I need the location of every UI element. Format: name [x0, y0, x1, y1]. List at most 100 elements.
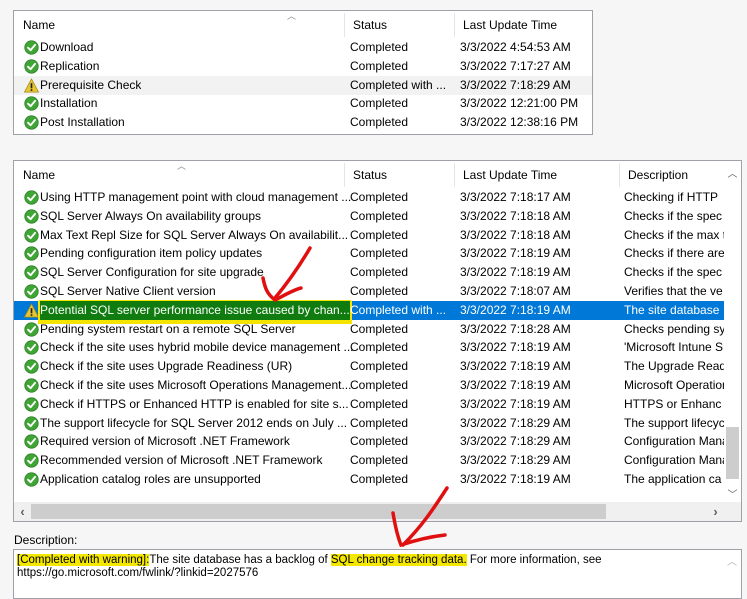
- row-description: The site database: [624, 302, 720, 317]
- row-last-update: 3/3/2022 4:54:53 AM: [460, 40, 571, 54]
- column-header-description[interactable]: Description: [619, 161, 729, 187]
- row-last-update: 3/3/2022 7:18:18 AM: [460, 208, 571, 223]
- row-status: Completed: [350, 40, 409, 54]
- description-label: Description:: [14, 533, 78, 547]
- row-description: Verifies that the ve: [624, 284, 723, 298]
- row-description: The Upgrade Read: [624, 359, 724, 374]
- scroll-down-icon[interactable]: ﹀: [724, 486, 741, 501]
- list-header: ︿ Name Status Last Update Time Descripti…: [14, 161, 741, 187]
- row-name: Prerequisite Check: [40, 77, 142, 92]
- description-text-after: For more information, see: [466, 554, 602, 566]
- scroll-up-icon[interactable]: ︿: [724, 165, 741, 180]
- row-name: Recommended version of Microsoft .NET Fr…: [40, 453, 323, 468]
- table-row[interactable]: Potential SQL server performance issue c…: [14, 300, 724, 320]
- column-header-name[interactable]: Name: [14, 11, 344, 37]
- row-description: Configuration Mana: [624, 434, 724, 449]
- vertical-scrollbar[interactable]: ︿ ﹀: [724, 161, 741, 502]
- scroll-up-icon[interactable]: ︿: [727, 556, 737, 569]
- row-status: Completed: [350, 115, 409, 130]
- row-status: Completed: [350, 246, 409, 261]
- row-status: Completed: [350, 321, 409, 336]
- row-name: Pending system restart on a remote SQL S…: [40, 321, 296, 336]
- row-last-update: 3/3/2022 7:18:29 AM: [460, 415, 571, 430]
- row-name: Download: [40, 40, 94, 54]
- table-row[interactable]: Check if the site uses Upgrade Readiness…: [14, 357, 724, 376]
- description-textbox[interactable]: [Completed with warning]:The site databa…: [13, 549, 742, 599]
- table-row[interactable]: SQL Server Configuration for site upgrad…: [14, 263, 724, 282]
- row-description: HTTPS or Enhanc: [624, 396, 722, 411]
- row-last-update: 3/3/2022 7:18:29 AM: [460, 434, 571, 449]
- table-row[interactable]: Installation Completed 3/3/2022 12:21:00 P…: [14, 94, 592, 113]
- table-row[interactable]: SQL Server Always On availability groups…: [14, 207, 724, 226]
- site-installation-status-list[interactable]: ︿ Name Status Last Update Time Download C…: [13, 10, 593, 135]
- description-text: The site database has a backlog of: [149, 554, 331, 566]
- row-description: Checking if HTTP: [624, 190, 719, 204]
- row-last-update: 3/3/2022 7:18:19 AM: [460, 396, 571, 411]
- row-last-update: 3/3/2022 7:18:19 AM: [460, 302, 571, 317]
- row-status: Completed: [350, 284, 409, 298]
- row-last-update: 3/3/2022 7:18:19 AM: [460, 265, 571, 280]
- row-name: The support lifecycle for SQL Server 201…: [40, 415, 348, 430]
- row-name: Check if the site uses Microsoft Operati…: [40, 378, 352, 392]
- table-row[interactable]: Check if the site uses hybrid mobile dev…: [14, 338, 724, 357]
- column-header-name[interactable]: Name: [14, 161, 344, 187]
- table-row[interactable]: Pending system restart on a remote SQL S…: [14, 320, 724, 339]
- table-row[interactable]: The support lifecycle for SQL Server 201…: [14, 414, 724, 433]
- row-name: SQL Server Configuration for site upgrad…: [40, 265, 264, 280]
- row-name: Check if the site uses hybrid mobile dev…: [40, 340, 354, 355]
- row-status: Completed: [350, 434, 409, 449]
- row-name: Potential SQL server performance issue c…: [40, 300, 350, 320]
- status-tag: [Completed with warning]:: [17, 554, 150, 566]
- row-last-update: 3/3/2022 12:38:16 PM: [460, 115, 579, 130]
- table-row[interactable]: Download Completed 3/3/2022 4:54:53 AM: [14, 38, 592, 57]
- column-header-status[interactable]: Status: [344, 161, 454, 187]
- row-status: Completed with ...: [350, 77, 447, 92]
- horizontal-scrollbar[interactable]: ‹ ›: [14, 502, 724, 521]
- table-row[interactable]: Using HTTP management point with cloud m…: [14, 188, 724, 207]
- row-last-update: 3/3/2022 7:18:29 AM: [460, 77, 571, 92]
- column-header-last-update[interactable]: Last Update Time: [454, 11, 592, 37]
- row-last-update: 3/3/2022 7:18:29 AM: [460, 453, 571, 468]
- row-last-update: 3/3/2022 7:18:19 AM: [460, 340, 571, 355]
- row-status: Completed: [350, 340, 409, 355]
- row-status: Completed: [350, 227, 409, 242]
- row-name: Check if the site uses Upgrade Readiness…: [40, 359, 293, 374]
- table-row[interactable]: Application catalog roles are unsupporte…: [14, 470, 724, 489]
- scrollbar-corner: [724, 502, 741, 521]
- scroll-left-icon[interactable]: ‹: [14, 504, 31, 519]
- prerequisite-check-list[interactable]: ︿ Name Status Last Update Time Descripti…: [13, 160, 742, 522]
- column-header-last-update[interactable]: Last Update Time: [454, 161, 619, 187]
- row-last-update: 3/3/2022 7:18:28 AM: [460, 321, 571, 336]
- vertical-scroll-thumb[interactable]: [726, 427, 739, 479]
- row-name: Max Text Repl Size for SQL Server Always…: [40, 227, 349, 242]
- row-status: Completed: [350, 415, 409, 430]
- row-description: Checks if there are: [624, 246, 724, 261]
- row-description: Checks if the max t: [624, 227, 724, 242]
- table-row[interactable]: Check if HTTPS or Enhanced HTTP is enabl…: [14, 395, 724, 414]
- table-row[interactable]: Check if the site uses Microsoft Operati…: [14, 376, 724, 395]
- row-last-update: 3/3/2022 7:18:17 AM: [460, 190, 571, 204]
- row-status: Completed with ...: [350, 302, 447, 317]
- row-status: Completed: [350, 453, 409, 468]
- scroll-right-icon[interactable]: ›: [707, 504, 724, 519]
- row-status: Completed: [350, 359, 409, 374]
- table-row[interactable]: Prerequisite Check Completed with ... 3/3/…: [14, 75, 592, 95]
- table-row[interactable]: Pending configuration item policy update…: [14, 244, 724, 263]
- table-row[interactable]: SQL Server Native Client version Complete…: [14, 282, 724, 301]
- table-row[interactable]: Required version of Microsoft .NET Frame…: [14, 432, 724, 451]
- table-row[interactable]: Replication Completed 3/3/2022 7:17:27 AM: [14, 57, 592, 76]
- row-description: The application ca: [624, 472, 722, 486]
- row-last-update: 3/3/2022 7:18:19 AM: [460, 378, 571, 392]
- more-info-link[interactable]: https://go.microsoft.com/fwlink/?linkid=…: [17, 567, 258, 579]
- table-row[interactable]: Max Text Repl Size for SQL Server Always…: [14, 226, 724, 245]
- table-row[interactable]: Post Installation Completed 3/3/2022 12:38…: [14, 113, 592, 132]
- column-header-status[interactable]: Status: [344, 11, 454, 37]
- row-last-update: 3/3/2022 7:18:18 AM: [460, 227, 571, 242]
- row-name: Check if HTTPS or Enhanced HTTP is enabl…: [40, 396, 349, 411]
- row-name: Application catalog roles are unsupporte…: [40, 472, 261, 486]
- row-status: Completed: [350, 378, 409, 392]
- row-status: Completed: [350, 396, 409, 411]
- table-row[interactable]: Recommended version of Microsoft .NET Fr…: [14, 451, 724, 470]
- horizontal-scroll-thumb[interactable]: [31, 504, 606, 519]
- row-last-update: 3/3/2022 12:21:00 PM: [460, 96, 579, 111]
